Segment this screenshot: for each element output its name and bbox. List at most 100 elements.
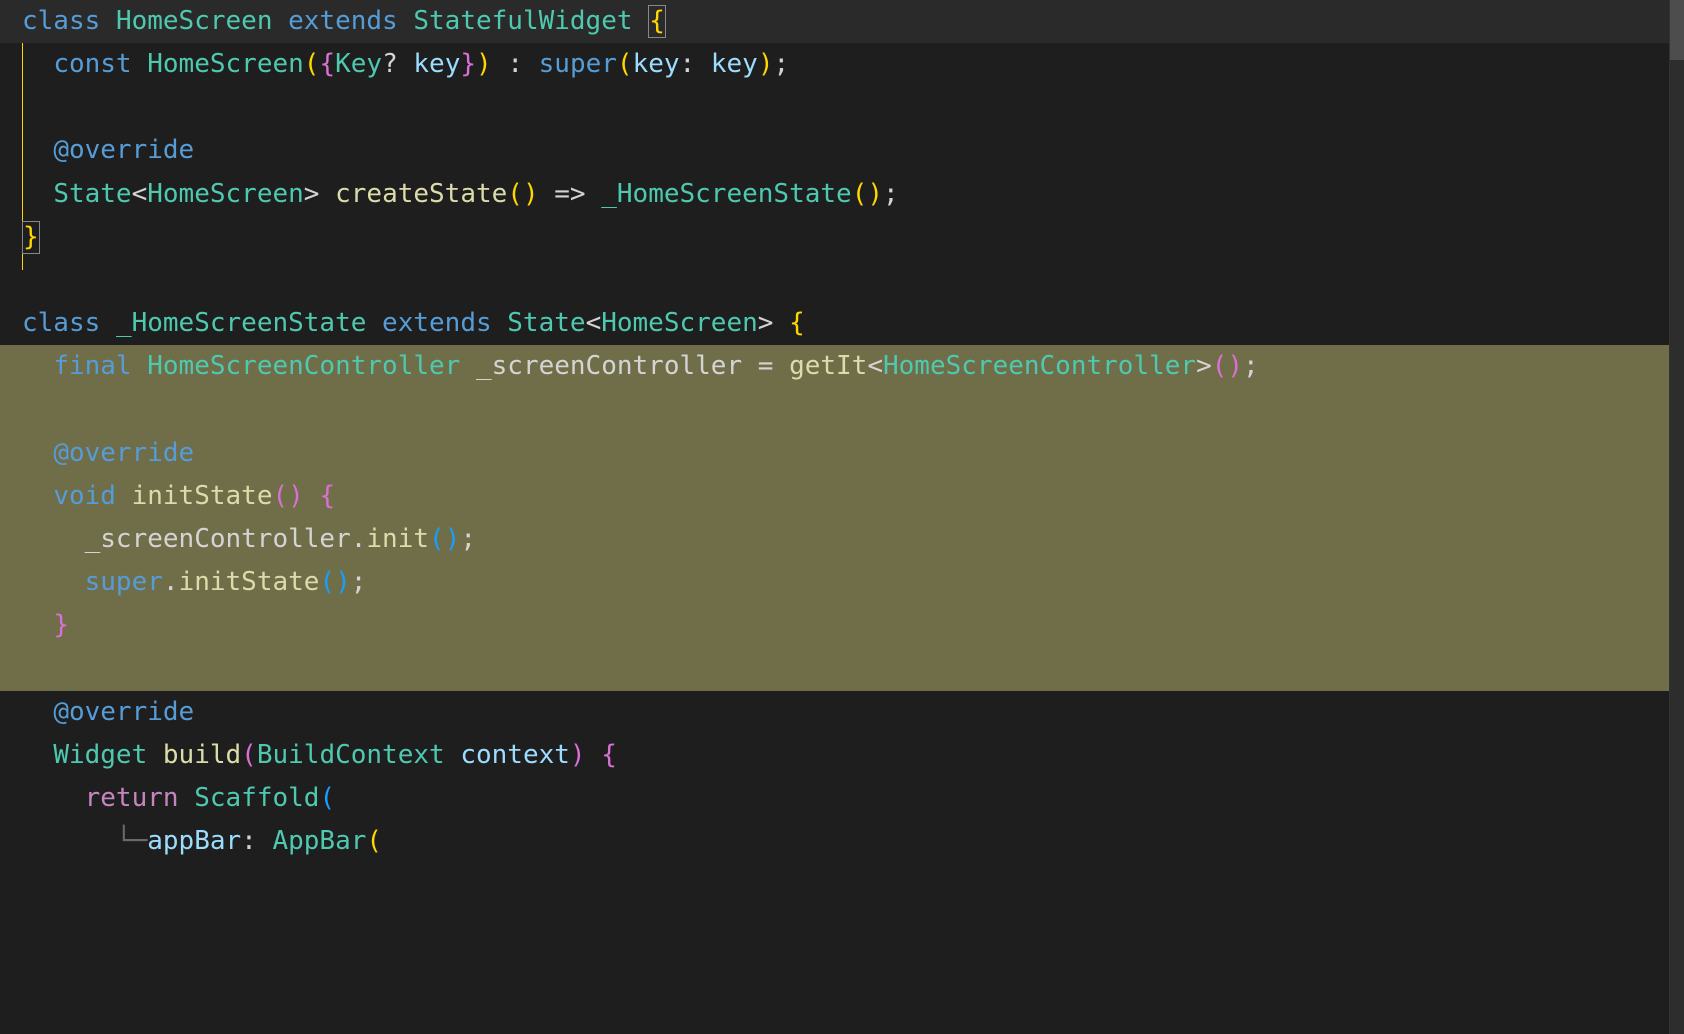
type: State (507, 308, 585, 338)
brace: } (460, 49, 476, 79)
named-param: appBar (147, 826, 241, 856)
keyword: class (22, 6, 100, 36)
method: createState (335, 179, 507, 209)
code-line-blank-selected[interactable] (0, 388, 1684, 431)
angle: > (758, 308, 774, 338)
class-name: HomeScreen (116, 6, 273, 36)
type: Key (335, 49, 382, 79)
code-line[interactable]: Widget build(BuildContext context) { (0, 734, 1684, 777)
code-line-blank[interactable] (0, 259, 1684, 302)
paren: ( (319, 783, 335, 813)
semicolon: ; (460, 524, 476, 554)
arrow: => (539, 179, 602, 209)
code-line[interactable]: return Scaffold( (0, 777, 1684, 820)
angle: > (304, 179, 320, 209)
brace: { (304, 481, 335, 511)
paren: ) (445, 524, 461, 554)
punct: : (680, 49, 711, 79)
scrollbar-thumb[interactable] (1670, 0, 1684, 60)
brace: } (22, 221, 40, 254)
type: BuildContext (257, 740, 445, 770)
paren: ( (617, 49, 633, 79)
paren: ) (476, 49, 492, 79)
dot: . (163, 567, 179, 597)
code-line[interactable]: └─appBar: AppBar( (0, 820, 1684, 863)
paren: ( (241, 740, 257, 770)
class-name: AppBar (272, 826, 366, 856)
brace: { (586, 740, 617, 770)
angle: < (586, 308, 602, 338)
punct: : (492, 49, 539, 79)
code-line-selected[interactable]: super.initState(); (0, 561, 1684, 604)
code-line-selected[interactable]: @override (0, 432, 1684, 475)
keyword: final (53, 351, 131, 381)
identifier: _screenController (85, 524, 351, 554)
code-line[interactable]: } (0, 216, 1684, 259)
annotation: @override (53, 438, 194, 468)
method: initState (132, 481, 273, 511)
param: key (413, 49, 460, 79)
angle: < (867, 351, 883, 381)
code-line-blank-selected[interactable] (0, 647, 1684, 690)
class-name: StatefulWidget (413, 6, 632, 36)
keyword: class (22, 308, 100, 338)
code-line[interactable]: class HomeScreen extends StatefulWidget … (0, 0, 1684, 43)
vertical-scrollbar[interactable] (1670, 0, 1684, 1034)
type: Widget (53, 740, 147, 770)
punct: : (241, 826, 272, 856)
tree-guide: └─ (116, 826, 147, 856)
code-line-selected[interactable]: _screenController.init(); (0, 518, 1684, 561)
paren: ( (304, 49, 320, 79)
keyword: extends (382, 308, 492, 338)
arg: key (711, 49, 758, 79)
paren: ( (429, 524, 445, 554)
class-name: _HomeScreenState (116, 308, 366, 338)
paren: ( (272, 481, 288, 511)
keyword: return (85, 783, 179, 813)
dot: . (351, 524, 367, 554)
brace: } (53, 610, 69, 640)
func: getIt (789, 351, 867, 381)
brace: { (773, 308, 804, 338)
annotation: @override (53, 697, 194, 727)
code-line-selected[interactable]: } (0, 604, 1684, 647)
semicolon: ; (773, 49, 789, 79)
code-line-selected[interactable]: final HomeScreenController _screenContro… (0, 345, 1684, 388)
param: context (460, 740, 570, 770)
semicolon: ; (883, 179, 899, 209)
keyword: super (539, 49, 617, 79)
semicolon: ; (351, 567, 367, 597)
brace: { (319, 49, 335, 79)
paren: ( (366, 826, 382, 856)
code-line[interactable]: State<HomeScreen> createState() => _Home… (0, 173, 1684, 216)
punct: = (742, 351, 789, 381)
keyword: void (53, 481, 116, 511)
keyword: extends (288, 6, 398, 36)
annotation: @override (53, 135, 194, 165)
keyword: super (85, 567, 163, 597)
paren: ) (867, 179, 883, 209)
semicolon: ; (1243, 351, 1259, 381)
code-line[interactable]: @override (0, 691, 1684, 734)
type: HomeScreenController (147, 351, 460, 381)
class-name: Scaffold (194, 783, 319, 813)
paren: ) (335, 567, 351, 597)
paren: ) (523, 179, 539, 209)
type: HomeScreen (147, 179, 304, 209)
code-editor[interactable]: class HomeScreen extends StatefulWidget … (0, 0, 1684, 863)
paren: ) (288, 481, 304, 511)
paren: ) (1227, 351, 1243, 381)
code-line[interactable]: const HomeScreen({Key? key}) : super(key… (0, 43, 1684, 86)
code-line-selected[interactable]: void initState() { (0, 475, 1684, 518)
type: HomeScreen (601, 308, 758, 338)
angle: > (1196, 351, 1212, 381)
code-line[interactable]: class _HomeScreenState extends State<Hom… (0, 302, 1684, 345)
paren: ( (319, 567, 335, 597)
paren: ( (507, 179, 523, 209)
type: HomeScreenController (883, 351, 1196, 381)
code-line[interactable]: @override (0, 129, 1684, 172)
code-line-blank[interactable] (0, 86, 1684, 129)
constructor: HomeScreen (147, 49, 304, 79)
angle: < (132, 179, 148, 209)
paren: ( (1212, 351, 1228, 381)
